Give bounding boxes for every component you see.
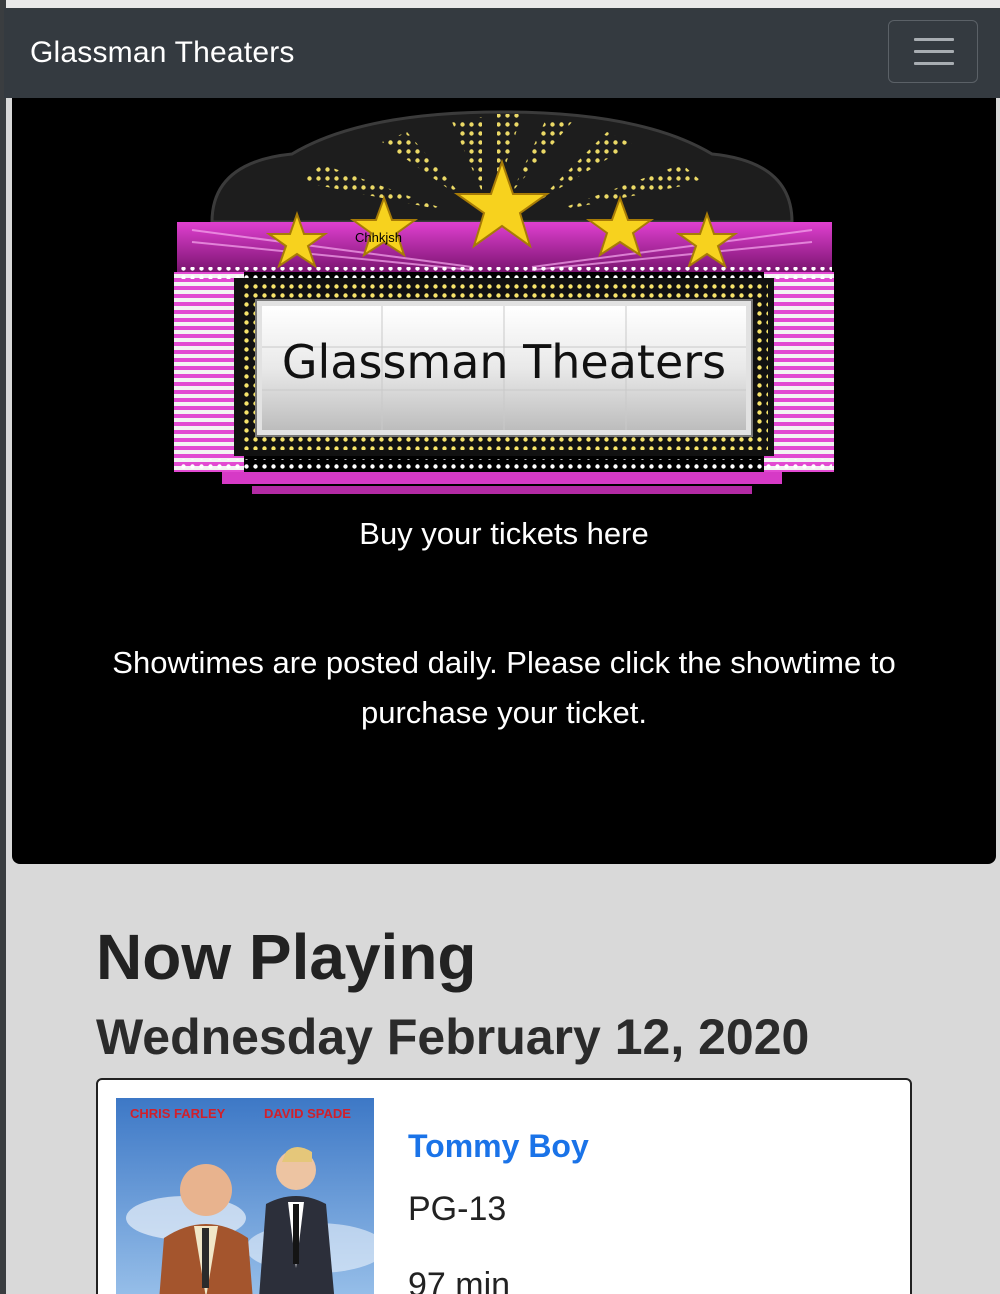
browser-top-border (0, 0, 1000, 8)
showtime-date-heading: Wednesday February 12, 2020 (96, 1009, 810, 1065)
hamburger-menu-icon-bar (914, 62, 954, 65)
hero-subtitle: Buy your tickets here (359, 516, 649, 551)
poster-right-name: DAVID SPADE (264, 1106, 351, 1121)
movie-title-link[interactable]: Tommy Boy (408, 1128, 589, 1165)
hamburger-menu-icon (914, 38, 954, 41)
theater-marquee-image: Chhkjsh Glassman Theaters (152, 102, 856, 512)
navbar-brand[interactable]: Glassman Theaters (30, 36, 295, 70)
movie-card: CHRIS FARLEY DAVID SPADE Tommy Boy PG-13… (96, 1078, 912, 1294)
movie-poster-image[interactable]: CHRIS FARLEY DAVID SPADE (116, 1098, 374, 1294)
marquee-small-text: Chhkjsh (355, 230, 402, 245)
now-playing-heading: Now Playing (96, 921, 477, 993)
hamburger-menu-icon-bar (914, 50, 954, 53)
navbar-toggler-button[interactable] (888, 20, 978, 83)
movie-rating: PG-13 (408, 1190, 507, 1228)
marquee-sign-title: Glassman Theaters (282, 335, 726, 389)
poster-left-name: CHRIS FARLEY (130, 1106, 226, 1121)
movie-runtime: 97 min (408, 1266, 511, 1294)
hero-description: Showtimes are posted daily. Please click… (112, 645, 896, 730)
top-navbar: Glassman Theaters (4, 8, 1000, 98)
window-left-edge (0, 0, 6, 1294)
hero-jumbotron: Chhkjsh Glassman Theaters Buy your ticke… (12, 98, 996, 864)
